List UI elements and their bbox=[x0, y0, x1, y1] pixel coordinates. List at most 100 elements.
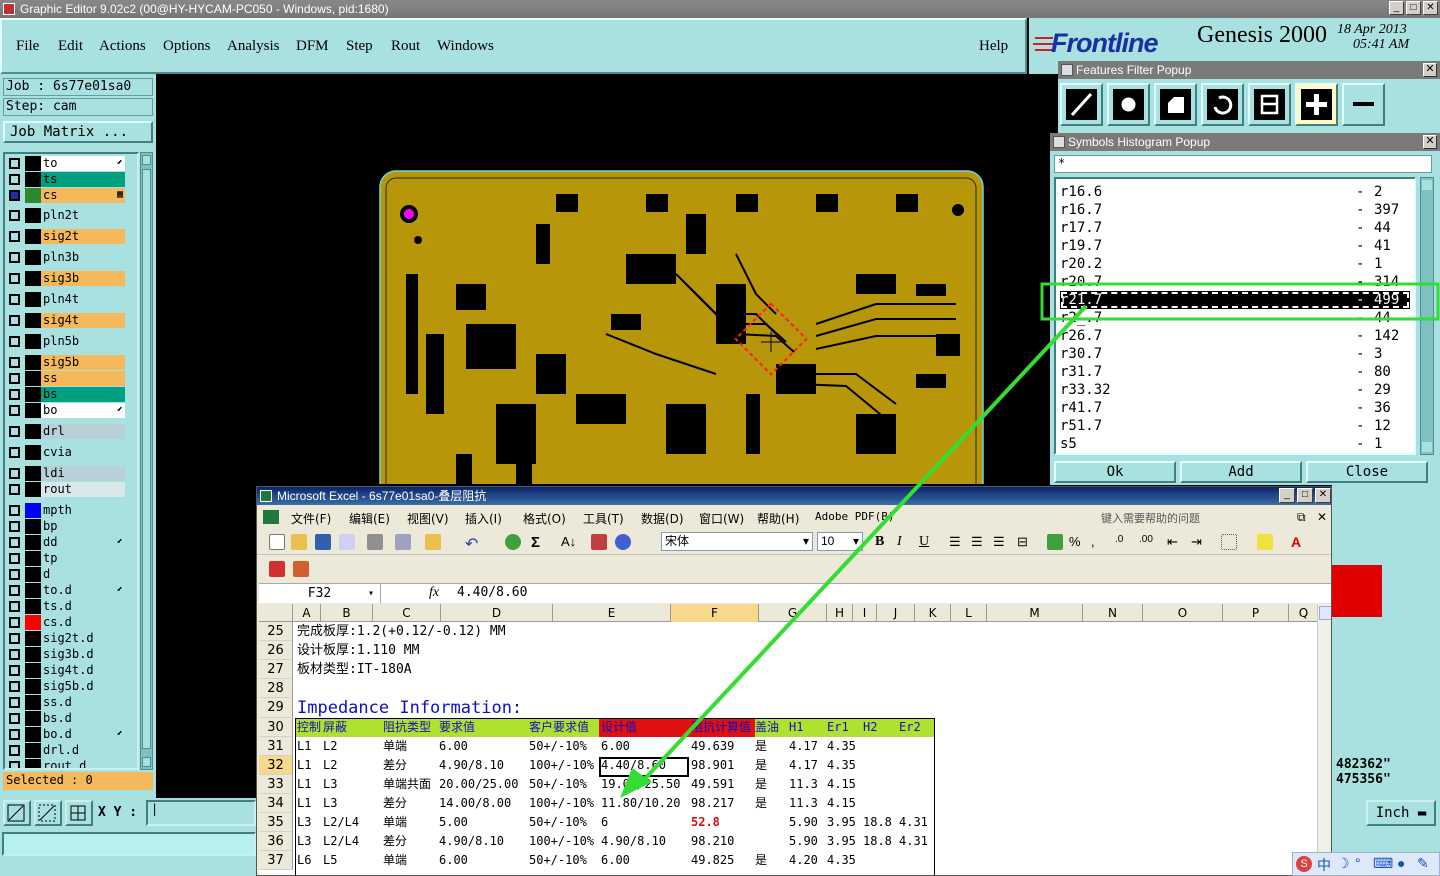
excel-close-button[interactable]: ✕ bbox=[1315, 488, 1331, 503]
info-cell[interactable]: 完成板厚:1.2(+0.12/-0.12) MM bbox=[297, 622, 506, 641]
layer-checkbox[interactable] bbox=[9, 617, 20, 628]
minimize-button[interactable]: _ bbox=[1389, 1, 1404, 15]
workbook-close-icon[interactable]: ✕ bbox=[1317, 510, 1327, 524]
excel-menu-edit[interactable]: 编辑(E) bbox=[349, 510, 390, 527]
table-cell[interactable]: 49.639 bbox=[691, 737, 734, 756]
layer-row[interactable]: bs.d bbox=[7, 711, 137, 726]
wrench-icon[interactable]: ✎ bbox=[1417, 855, 1429, 872]
menu-help[interactable]: Help bbox=[979, 38, 1008, 55]
table-cell[interactable]: 4.15 bbox=[827, 794, 856, 813]
column-header[interactable]: H bbox=[827, 604, 853, 622]
table-cell[interactable]: L5 bbox=[323, 851, 337, 870]
workbook-restore-icon[interactable]: ⧉ bbox=[1297, 510, 1306, 525]
worksheet-grid[interactable]: 25 26 27 28 29 30 31 32 33 34 35 36 37 完成板厚:1.2(+0.12… bbox=[259, 622, 1319, 875]
excel-maximize-button[interactable]: □ bbox=[1297, 488, 1313, 503]
xy-input[interactable]: | bbox=[146, 800, 256, 826]
filter-remove-button[interactable] bbox=[1342, 83, 1385, 126]
row-header[interactable]: 26 bbox=[259, 641, 293, 660]
symbol-row[interactable]: r51.7 -12 bbox=[1060, 417, 1410, 435]
table-cell[interactable]: 差分 bbox=[383, 756, 407, 775]
table-cell[interactable]: 100+/-10% bbox=[529, 832, 594, 851]
layer-list-scrollbar[interactable] bbox=[140, 152, 153, 770]
job-matrix-button[interactable]: Job Matrix ... bbox=[3, 121, 153, 143]
layer-checkbox[interactable] bbox=[9, 357, 20, 368]
layer-row[interactable]: pln2t bbox=[7, 208, 137, 223]
layer-row[interactable]: sig5b bbox=[7, 355, 137, 370]
row-header[interactable]: 36 bbox=[259, 832, 293, 851]
row-header[interactable]: 32 bbox=[259, 756, 293, 775]
layer-checkbox[interactable] bbox=[9, 190, 20, 201]
table-cell[interactable]: L2 bbox=[323, 756, 337, 775]
table-cell[interactable]: 6.00 bbox=[601, 737, 630, 756]
column-header[interactable]: P bbox=[1223, 604, 1289, 622]
layer-checkbox[interactable] bbox=[9, 521, 20, 532]
layer-row[interactable]: bs bbox=[7, 387, 137, 402]
symbol-row[interactable]: r21.7 -499 bbox=[1060, 291, 1410, 309]
menu-dfm[interactable]: DFM bbox=[296, 38, 329, 55]
layer-checkbox[interactable] bbox=[9, 697, 20, 708]
table-cell[interactable]: 100+/-10% bbox=[529, 794, 594, 813]
column-header[interactable]: K bbox=[915, 604, 951, 622]
layer-checkbox[interactable] bbox=[9, 633, 20, 644]
new-icon[interactable] bbox=[269, 534, 285, 550]
excel-menu-insert[interactable]: 插入(I) bbox=[465, 510, 502, 527]
table-cell[interactable]: 50+/-10% bbox=[529, 851, 587, 870]
layer-checkbox[interactable] bbox=[9, 761, 20, 768]
table-cell[interactable]: 4.35 bbox=[827, 851, 856, 870]
layer-row[interactable]: rout.d bbox=[7, 759, 137, 768]
layer-checkbox[interactable] bbox=[9, 426, 20, 437]
layer-row[interactable]: drl.d bbox=[7, 743, 137, 758]
menu-options[interactable]: Options bbox=[163, 38, 211, 55]
table-cell[interactable]: 6.00 bbox=[439, 851, 468, 870]
keyboard-icon[interactable]: ⌨ bbox=[1373, 855, 1393, 872]
table-cell[interactable]: 4.31 bbox=[899, 832, 928, 851]
layer-checkbox[interactable] bbox=[9, 484, 20, 495]
user-icon[interactable]: ● bbox=[1397, 855, 1405, 871]
layer-checkbox[interactable] bbox=[9, 252, 20, 263]
table-cell[interactable]: 98.210 bbox=[691, 832, 734, 851]
table-cell[interactable]: 4.15 bbox=[827, 775, 856, 794]
table-cell[interactable]: 6.00 bbox=[601, 851, 630, 870]
table-cell[interactable]: 50+/-10% bbox=[529, 775, 587, 794]
currency-icon[interactable] bbox=[1047, 534, 1063, 550]
layer-checkbox[interactable] bbox=[9, 681, 20, 692]
menu-file[interactable]: File bbox=[16, 38, 39, 55]
filter-line-button[interactable] bbox=[1060, 83, 1103, 126]
layer-row[interactable]: sig4t.d bbox=[7, 663, 137, 678]
graphic-canvas[interactable] bbox=[156, 74, 1030, 484]
decrease-indent-icon[interactable]: ⇤ bbox=[1167, 534, 1183, 550]
layer-row[interactable]: sig3b bbox=[7, 271, 137, 286]
table-cell[interactable]: 3.95 bbox=[827, 813, 856, 832]
layer-checkbox[interactable] bbox=[9, 537, 20, 548]
decrease-decimal-icon[interactable]: .00 bbox=[1139, 534, 1155, 550]
help-question-box[interactable]: 键入需要帮助的问题 bbox=[1101, 510, 1277, 526]
table-cell[interactable]: 11.3 bbox=[789, 794, 818, 813]
symbol-row[interactable]: s5 -1 bbox=[1060, 435, 1410, 453]
table-cell[interactable]: 3.95 bbox=[827, 832, 856, 851]
hyperlink-icon[interactable] bbox=[505, 534, 521, 550]
increase-decimal-icon[interactable]: .0 bbox=[1115, 534, 1131, 550]
menu-actions[interactable]: Actions bbox=[99, 38, 146, 55]
column-header[interactable]: O bbox=[1143, 604, 1223, 622]
layer-row[interactable]: drl bbox=[7, 424, 137, 439]
layer-checkbox[interactable] bbox=[9, 315, 20, 326]
layer-row[interactable]: cvia bbox=[7, 445, 137, 460]
name-box[interactable]: F32 ▾ bbox=[259, 584, 381, 603]
symbol-row[interactable]: r2_.7 -44 bbox=[1060, 309, 1410, 327]
column-header[interactable]: C bbox=[373, 604, 441, 622]
punctuation-icon[interactable]: ° bbox=[1355, 855, 1361, 871]
help-icon[interactable] bbox=[615, 534, 631, 550]
table-cell[interactable]: 49.825 bbox=[691, 851, 734, 870]
impedance-heading[interactable]: Impedance Information: bbox=[297, 699, 522, 718]
layer-checkbox[interactable] bbox=[9, 231, 20, 242]
menu-step[interactable]: Step bbox=[346, 38, 373, 55]
layer-row[interactable]: d bbox=[7, 567, 137, 582]
column-header[interactable]: L bbox=[951, 604, 987, 622]
layer-row[interactable]: ldi bbox=[7, 466, 137, 481]
excel-menu-adobe-pdf[interactable]: Adobe PDF(B) bbox=[815, 510, 894, 523]
font-name-select[interactable]: 宋体 ▾ bbox=[661, 532, 813, 551]
table-cell[interactable]: 4.20 bbox=[789, 851, 818, 870]
add-button[interactable]: Add bbox=[1180, 461, 1302, 483]
layer-checkbox[interactable] bbox=[9, 713, 20, 724]
menu-edit[interactable]: Edit bbox=[58, 38, 83, 55]
